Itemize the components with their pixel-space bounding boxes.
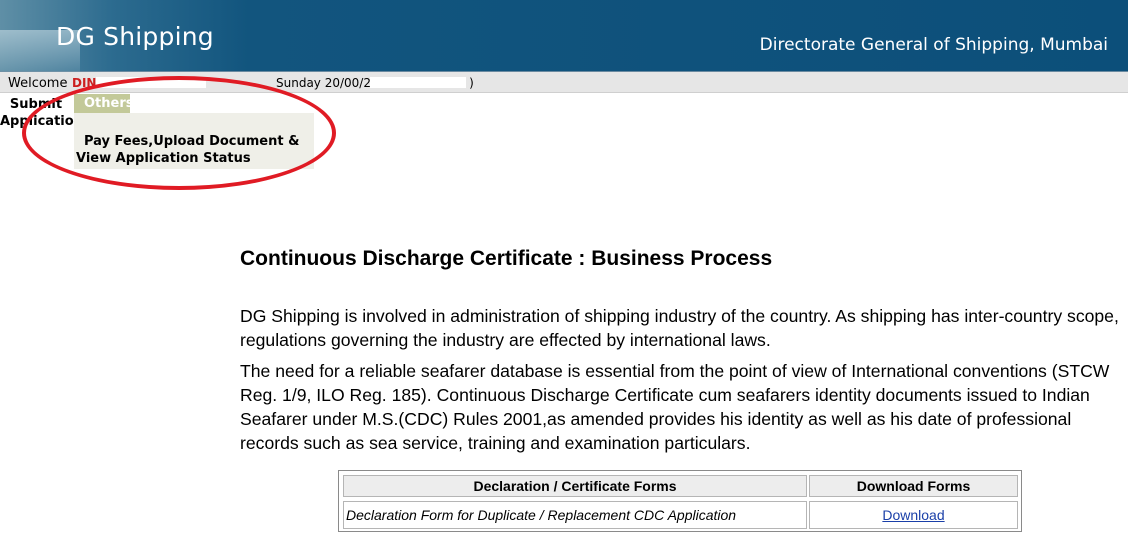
table-cell-download: Download — [809, 501, 1018, 529]
welcome-label: Welcome — [8, 76, 68, 91]
redaction — [96, 77, 206, 88]
menu-others[interactable]: Others — [74, 94, 134, 113]
table-header-download: Download Forms — [809, 475, 1018, 497]
site-subtitle: Directorate General of Shipping, Mumbai — [759, 35, 1108, 55]
site-name: DG Shipping — [56, 22, 214, 51]
main-content: Continuous Discharge Certificate : Busin… — [240, 246, 1124, 453]
details-paragraph: The need for a reliable seafarer databas… — [240, 361, 1110, 453]
submenu-pay-fees-upload-status[interactable]: Pay Fees,Upload Document & View Applicat… — [76, 133, 312, 167]
menu-submit-application[interactable]: Submit Application — [0, 96, 83, 130]
page-title: Continuous Discharge Certificate : Busin… — [240, 247, 773, 270]
intro-paragraph: DG Shipping is involved in administratio… — [240, 306, 1119, 350]
header-banner: DG Shipping Directorate General of Shipp… — [0, 0, 1128, 72]
table-cell-form-name: Declaration Form for Duplicate / Replace… — [343, 501, 807, 529]
welcome-bar: Welcome DINE Sunday 20/00/2016 0:00:00 P… — [0, 72, 1128, 93]
download-link[interactable]: Download — [882, 507, 944, 523]
table-header-forms: Declaration / Certificate Forms — [343, 475, 807, 497]
forms-table: Declaration / Certificate Forms Download… — [338, 470, 1022, 532]
redaction — [370, 77, 466, 88]
submenu-panel: Pay Fees,Upload Document & View Applicat… — [74, 113, 314, 169]
